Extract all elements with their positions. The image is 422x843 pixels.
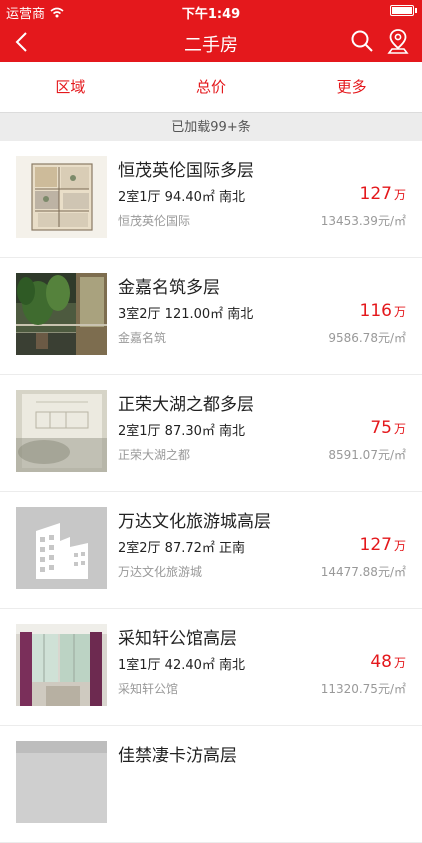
listing-title: 金嘉名筑多层 <box>118 278 220 298</box>
app-header: 运营商 下午1:49 二手房 <box>0 0 422 62</box>
price-value: 116 <box>359 301 392 321</box>
price-value: 127 <box>359 184 392 204</box>
listing-layout: 2室1厅 87.30㎡ 南北 <box>118 424 246 439</box>
listing-item[interactable]: 佳禁凄卡汸高层 <box>0 726 422 843</box>
status-bar: 运营商 下午1:49 <box>0 0 422 22</box>
status-time: 下午1:49 <box>181 7 241 22</box>
listing-title: 佳禁凄卡汸高层 <box>118 746 237 766</box>
listing-layout: 2室1厅 94.40㎡ 南北 <box>118 190 246 205</box>
price-value: 127 <box>359 535 392 555</box>
listing-item[interactable]: 采知轩公馆高层 1室1厅 42.40㎡ 南北 采知轩公馆 48 万 11320.7… <box>0 609 422 726</box>
listing-unit-price: 8591.07元/㎡ <box>328 448 406 462</box>
listing-price: 75 万 <box>370 418 406 438</box>
listing-estate: 采知轩公馆 <box>118 682 179 696</box>
listing-price: 127 万 <box>360 184 406 204</box>
listing-unit-price: 9586.78元/㎡ <box>328 331 406 345</box>
listing-item[interactable]: 金嘉名筑多层 3室2厅 121.00㎡ 南北 金嘉名筑 116 万 9586.78… <box>0 258 422 375</box>
listing-title: 正荣大湖之都多层 <box>118 395 254 415</box>
listing-layout: 3室2厅 121.00㎡ 南北 <box>118 307 254 322</box>
price-unit: 万 <box>393 305 406 319</box>
listing-price: 116 万 <box>360 301 406 321</box>
loaded-count-banner: 已加载99+条 <box>0 112 422 141</box>
floor-plan-image <box>16 156 107 238</box>
price-unit: 万 <box>393 188 406 202</box>
listing-list: 恒茂英伦国际多层 2室1厅 94.40㎡ 南北 恒茂英伦国际 127 万 1345… <box>0 141 422 843</box>
price-value: 48 <box>370 652 392 672</box>
listing-unit-price: 11320.75元/㎡ <box>320 682 406 696</box>
price-unit: 万 <box>393 656 406 670</box>
listing-title: 万达文化旅游城高层 <box>118 512 271 532</box>
battery-tip <box>415 8 417 13</box>
document-photo <box>16 390 107 472</box>
listing-layout: 2室2厅 87.72㎡ 正南 <box>118 541 246 556</box>
price-value: 75 <box>370 418 392 438</box>
price-unit: 万 <box>393 539 406 553</box>
listing-unit-price: 14477.88元/㎡ <box>320 565 406 579</box>
listing-estate: 恒茂英伦国际 <box>118 214 191 228</box>
listing-item[interactable]: 恒茂英伦国际多层 2室1厅 94.40㎡ 南北 恒茂英伦国际 127 万 1345… <box>0 141 422 258</box>
listing-item[interactable]: 正荣大湖之都多层 2室1厅 87.30㎡ 南北 正荣大湖之都 75 万 8591.… <box>0 375 422 492</box>
listing-estate: 金嘉名筑 <box>118 331 167 345</box>
listing-price: 127 万 <box>360 535 406 555</box>
filter-tab-area[interactable]: 区域 <box>0 62 141 112</box>
listing-title: 采知轩公馆高层 <box>118 629 237 649</box>
listing-price: 48 万 <box>370 652 406 672</box>
listing-title: 恒茂英伦国际多层 <box>118 161 254 181</box>
building-placeholder-icon <box>16 507 107 589</box>
listing-estate: 正荣大湖之都 <box>118 448 191 462</box>
price-unit: 万 <box>393 422 406 436</box>
filter-tab-price[interactable]: 总价 <box>141 62 282 112</box>
listing-estate: 万达文化旅游城 <box>118 565 203 579</box>
filter-bar: 区域 总价 更多 <box>0 62 422 112</box>
search-icon[interactable] <box>350 29 374 55</box>
listing-unit-price: 13453.39元/㎡ <box>320 214 406 228</box>
balcony-photo <box>16 273 107 355</box>
location-pin-icon[interactable] <box>386 28 410 56</box>
listing-item[interactable]: 万达文化旅游城高层 2室2厅 87.72㎡ 正南 万达文化旅游城 127 万 14… <box>0 492 422 609</box>
listing-layout: 1室1厅 42.40㎡ 南北 <box>118 658 246 673</box>
bedroom-photo <box>16 624 107 706</box>
nav-bar: 二手房 <box>0 22 422 62</box>
filter-tab-more[interactable]: 更多 <box>281 62 422 112</box>
listing-photo <box>16 741 107 823</box>
battery-icon <box>390 5 414 16</box>
